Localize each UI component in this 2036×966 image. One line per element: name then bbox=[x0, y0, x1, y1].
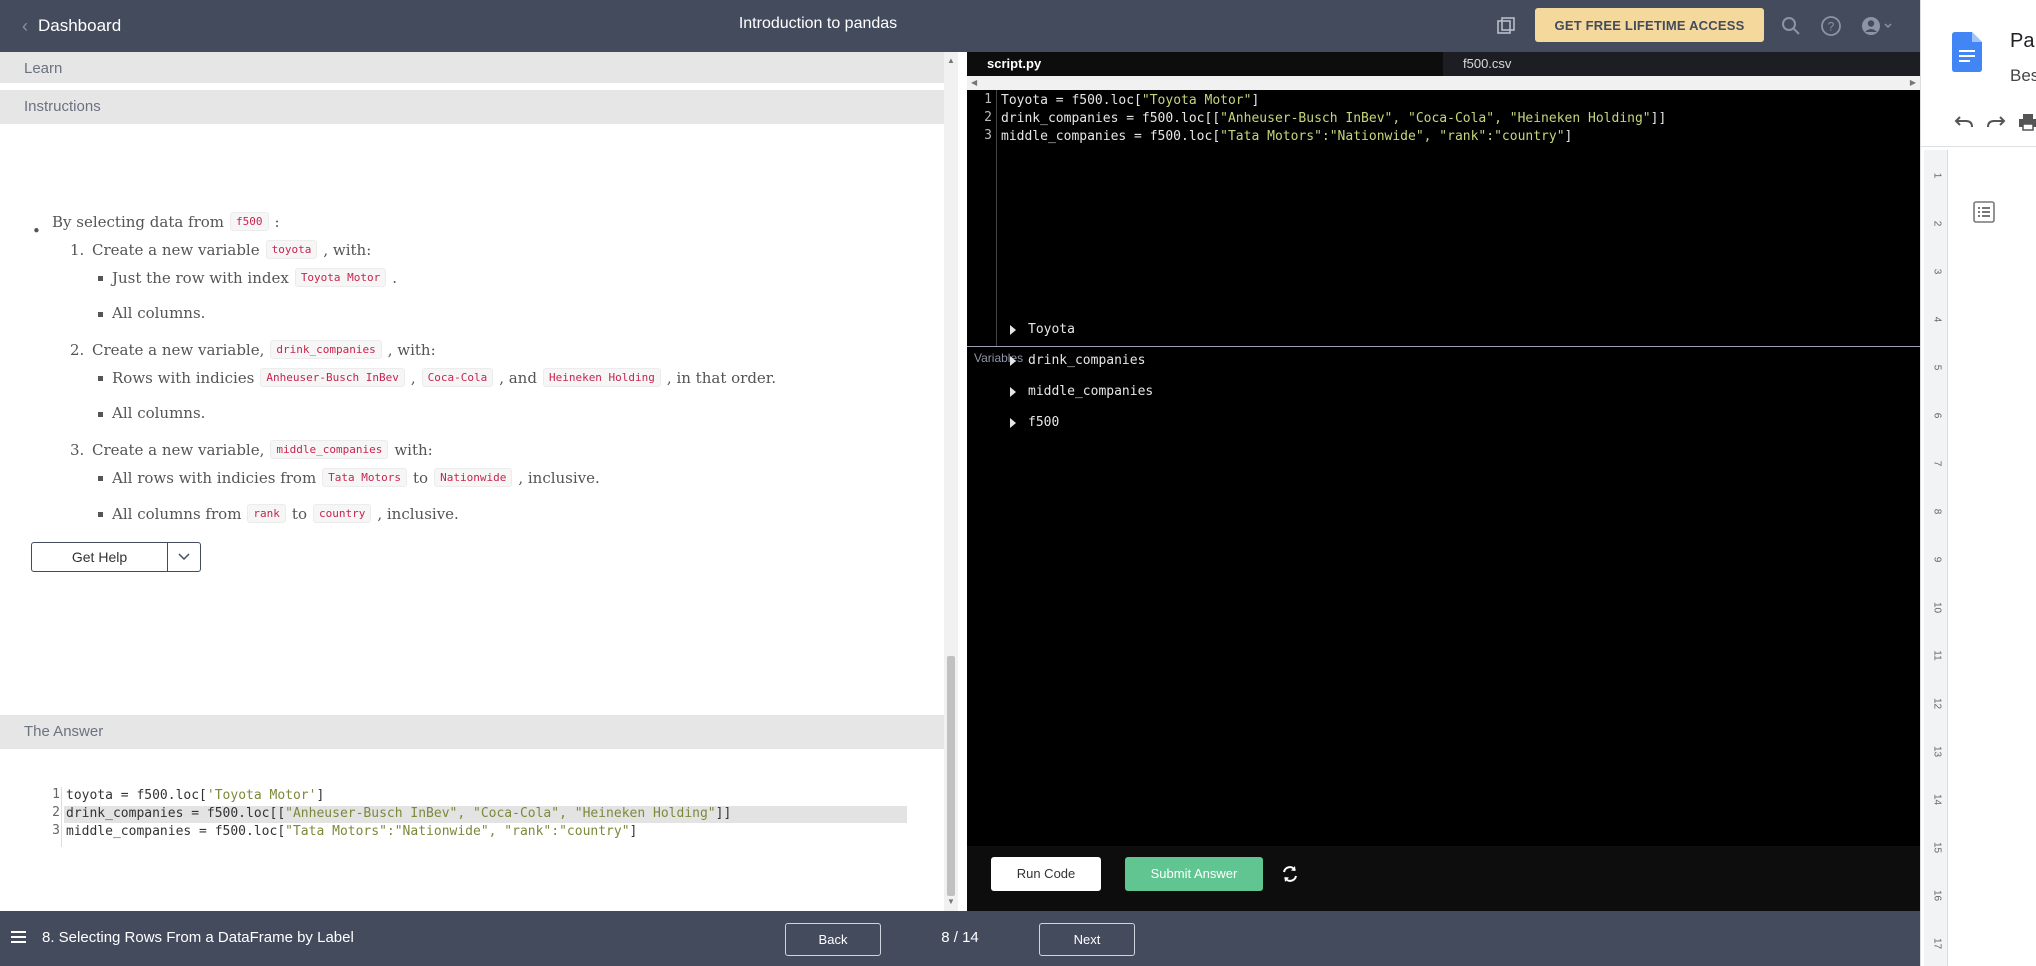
undo-icon[interactable] bbox=[1952, 110, 1976, 134]
course-title: Introduction to pandas bbox=[738, 15, 898, 32]
ruler-number: 2 bbox=[1931, 220, 1943, 227]
list-item: By selecting data from f500 : bbox=[52, 212, 280, 231]
document-outline-icon[interactable] bbox=[1972, 200, 1996, 224]
answer-section-header[interactable]: The Answer bbox=[0, 715, 944, 749]
doc-title[interactable]: Pa bbox=[2010, 30, 2034, 53]
ruler-number: 11 bbox=[1931, 650, 1943, 661]
doc-subtitle: Bes bbox=[2010, 66, 2036, 85]
search-icon[interactable] bbox=[1778, 13, 1804, 39]
learn-section-header[interactable]: Learn bbox=[0, 52, 944, 85]
list-item: Rows with indicies Anheuser-Busch InBev … bbox=[98, 368, 776, 387]
ruler-number: 8 bbox=[1931, 508, 1943, 515]
instructions-scrollbar[interactable]: ▲ ▼ bbox=[944, 52, 958, 911]
caret-right-icon bbox=[1010, 355, 1016, 366]
ruler-number: 1 bbox=[1931, 172, 1943, 179]
code-line: toyota = f500.loc['Toyota Motor'] bbox=[66, 788, 325, 803]
scrollbar-thumb[interactable] bbox=[947, 656, 955, 896]
user-account-icon[interactable] bbox=[1858, 13, 1898, 39]
submit-answer-button[interactable]: Submit Answer bbox=[1125, 857, 1263, 891]
list-item: 2. Create a new variable, drink_companie… bbox=[70, 340, 436, 359]
code-editor-pane: script.py f500.csv ◀ ▶ 1 2 3 Toyota = f5… bbox=[967, 52, 1920, 911]
editor-tabs: script.py f500.csv bbox=[967, 52, 1920, 76]
list-item: Just the row with index Toyota Motor . bbox=[98, 268, 397, 287]
ruler-number: 5 bbox=[1931, 364, 1943, 371]
get-help-button-group: Get Help bbox=[31, 542, 201, 572]
scroll-right-icon[interactable]: ▶ bbox=[1910, 76, 1916, 90]
line-number: 3 bbox=[984, 128, 992, 143]
list-item: All columns from rank to country , inclu… bbox=[98, 504, 459, 523]
list-item: All rows with indicies from Tata Motors … bbox=[98, 468, 600, 487]
editor-horizontal-scrollbar[interactable]: ◀ ▶ bbox=[967, 76, 1920, 90]
code-line[interactable]: middle_companies = f500.loc["Tata Motors… bbox=[1001, 128, 1572, 146]
google-docs-panel: Pa Bes 1 2 3 4 5 6 7 8 9 10 11 12 13 14 15 16 17 bbox=[1920, 0, 2036, 966]
reset-icon[interactable] bbox=[1280, 864, 1300, 884]
caret-right-icon bbox=[1010, 324, 1016, 335]
get-help-dropdown[interactable] bbox=[168, 543, 200, 571]
tab-script-py[interactable]: script.py bbox=[967, 52, 1443, 76]
code-input-area[interactable]: 1 2 3 Toyota = f500.loc["Toyota Motor"] … bbox=[967, 90, 1920, 346]
get-help-button[interactable]: Get Help bbox=[32, 543, 168, 571]
ruler-number: 17 bbox=[1931, 937, 1943, 950]
docs-logo-icon[interactable] bbox=[1952, 32, 1982, 72]
line-number: 2 bbox=[52, 805, 60, 820]
next-button[interactable]: Next bbox=[1039, 923, 1135, 956]
ruler-number: 16 bbox=[1931, 889, 1943, 902]
ruler-number: 10 bbox=[1931, 601, 1943, 614]
tab-f500-csv[interactable]: f500.csv bbox=[1443, 52, 1920, 76]
top-bar: ‹ Dashboard Introduction to pandas GET F… bbox=[0, 0, 1920, 52]
menu-icon[interactable] bbox=[11, 931, 26, 943]
scroll-down-icon[interactable]: ▼ bbox=[947, 897, 955, 906]
ruler-number: 12 bbox=[1931, 697, 1943, 710]
redo-icon[interactable] bbox=[1984, 110, 2008, 134]
caret-right-icon bbox=[1010, 386, 1016, 397]
ruler-number: 4 bbox=[1931, 316, 1943, 323]
free-access-button[interactable]: GET FREE LIFETIME ACCESS bbox=[1535, 8, 1764, 42]
ruler-number: 9 bbox=[1931, 556, 1943, 563]
page-counter: 8 / 14 bbox=[941, 929, 979, 946]
list-item: 1. Create a new variable toyota , with: bbox=[70, 240, 372, 259]
variable-item-drink-companies[interactable]: drink_companies bbox=[1010, 353, 1145, 368]
ruler-number: 14 bbox=[1931, 793, 1943, 806]
instructions-pane: Learn Instructions By selecting data fro… bbox=[0, 52, 944, 911]
code-line[interactable]: Toyota = f500.loc["Toyota Motor"] bbox=[1001, 92, 1259, 110]
line-number: 3 bbox=[52, 823, 60, 838]
svg-text:?: ? bbox=[1828, 20, 1835, 34]
caret-right-icon bbox=[1010, 417, 1016, 428]
editor-divider[interactable] bbox=[967, 346, 1920, 347]
code-line: drink_companies = f500.loc[["Anheuser-Bu… bbox=[66, 806, 732, 821]
list-item: All columns. bbox=[98, 404, 205, 422]
vertical-ruler: 1 2 3 4 5 6 7 8 9 10 11 12 13 14 15 16 17 bbox=[1924, 150, 1948, 966]
code-line[interactable]: drink_companies = f500.loc[["Anheuser-Bu… bbox=[1001, 110, 1666, 128]
instructions-section-header[interactable]: Instructions bbox=[0, 90, 944, 124]
bottom-bar: 8. Selecting Rows From a DataFrame by La… bbox=[0, 911, 1920, 966]
help-icon[interactable]: ? bbox=[1818, 13, 1844, 39]
run-code-button[interactable]: Run Code bbox=[991, 857, 1101, 891]
line-number: 1 bbox=[984, 92, 992, 107]
ruler-number: 13 bbox=[1931, 745, 1943, 758]
ruler-number: 6 bbox=[1931, 412, 1943, 419]
ruler-number: 15 bbox=[1931, 841, 1943, 854]
answer-code-block: 1 2 3 toyota = f500.loc['Toyota Motor'] … bbox=[0, 787, 944, 857]
variable-item-f500[interactable]: f500 bbox=[1010, 415, 1059, 430]
print-icon[interactable] bbox=[2016, 110, 2036, 134]
run-bar: Run Code Submit Answer bbox=[967, 846, 1920, 911]
list-item: 3. Create a new variable, middle_compani… bbox=[70, 440, 433, 459]
code-line: middle_companies = f500.loc["Tata Motors… bbox=[66, 824, 638, 839]
line-number: 2 bbox=[984, 110, 992, 125]
scroll-left-icon[interactable]: ◀ bbox=[971, 76, 977, 90]
copy-window-icon[interactable] bbox=[1496, 16, 1516, 36]
ruler-number: 7 bbox=[1931, 460, 1943, 467]
line-number: 1 bbox=[52, 787, 60, 802]
lesson-title[interactable]: 8. Selecting Rows From a DataFrame by La… bbox=[42, 911, 354, 965]
list-item: All columns. bbox=[98, 304, 205, 322]
variable-item-toyota[interactable]: Toyota bbox=[1010, 322, 1075, 337]
chevron-down-icon bbox=[178, 553, 190, 561]
ruler-number: 3 bbox=[1931, 268, 1943, 275]
scroll-up-icon[interactable]: ▲ bbox=[947, 56, 955, 65]
back-button[interactable]: Back bbox=[785, 923, 881, 956]
variable-item-middle-companies[interactable]: middle_companies bbox=[1010, 384, 1153, 399]
